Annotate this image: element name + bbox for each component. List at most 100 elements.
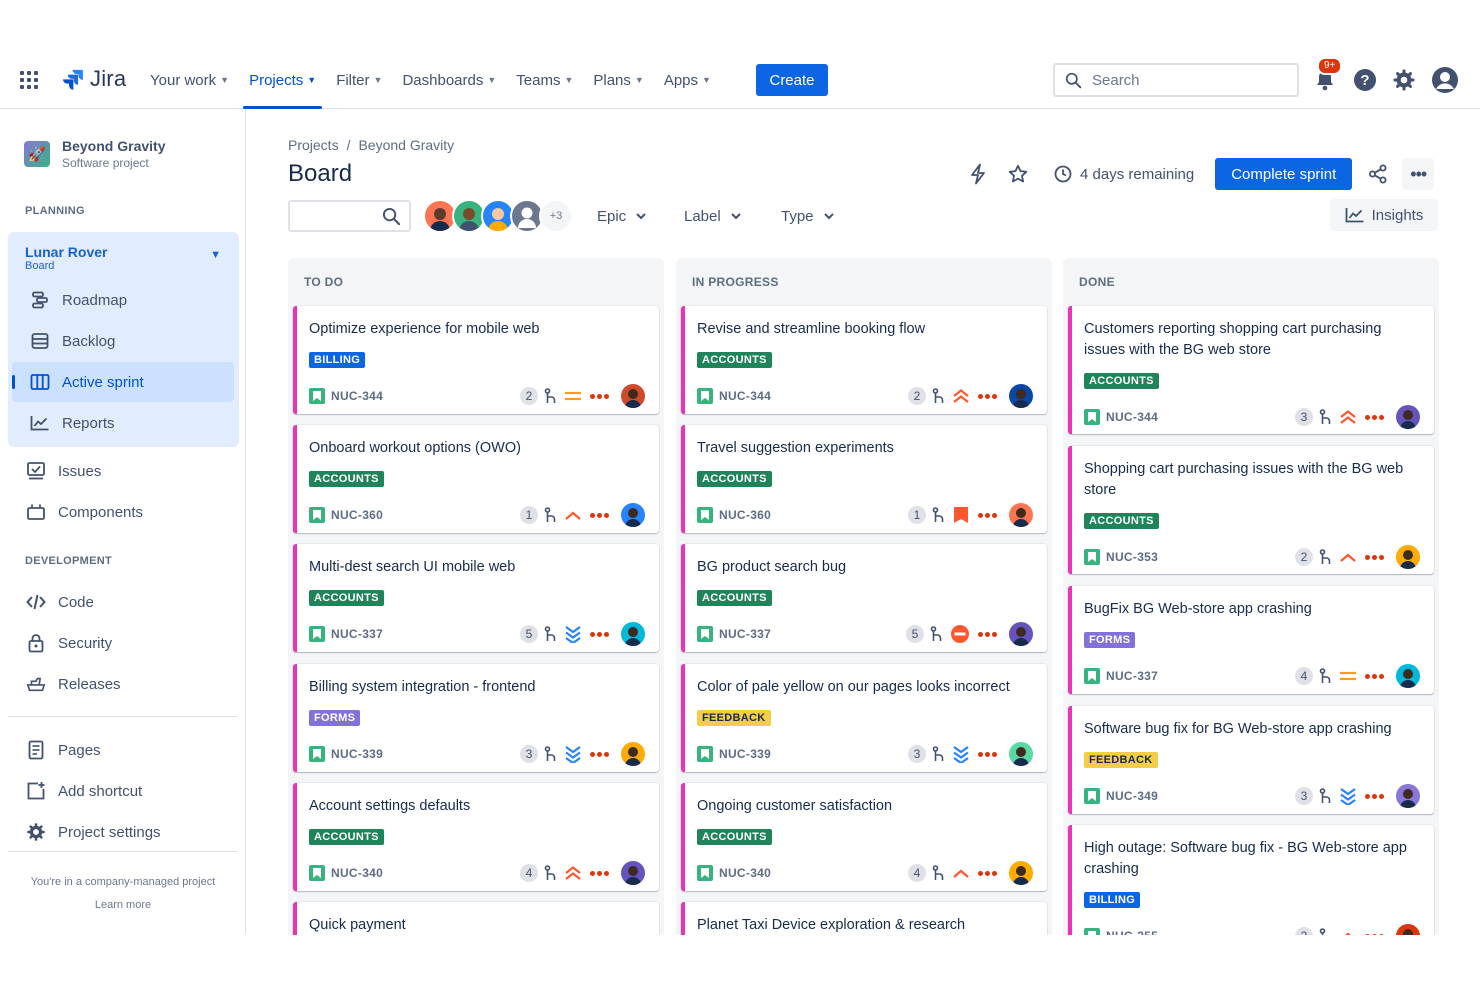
sidebar-item-issues[interactable]: Issues — [26, 451, 101, 491]
type-filter[interactable]: Type — [781, 199, 834, 233]
share-button[interactable] — [1362, 158, 1394, 190]
assignee-avatar[interactable] — [1009, 384, 1033, 408]
sidebar-item-reports[interactable]: Reports — [30, 403, 115, 443]
app-switcher-icon[interactable] — [20, 71, 38, 89]
issue-card[interactable]: Ongoing customer satisfaction ACCOUNTS NUC… — [681, 783, 1047, 891]
nav-teams[interactable]: Teams ▼ — [506, 52, 583, 108]
issue-card[interactable]: Quick paymentACCOUNTSNUC-3412 — [293, 902, 659, 935]
sidebar-item-add-shortcut[interactable]: Add shortcut — [26, 771, 142, 811]
issue-card[interactable]: BugFix BG Web-store app crashing FORMS NUC… — [1068, 586, 1434, 694]
issue-key[interactable]: NUC-353 — [1106, 550, 1158, 564]
issue-card[interactable]: Revise and streamline booking flow ACCOUN… — [681, 306, 1047, 414]
sidebar-item-active-sprint[interactable]: Active sprint — [30, 362, 144, 402]
issue-indicators: 1 — [520, 503, 645, 527]
assignee-avatar[interactable] — [1009, 622, 1033, 646]
jira-logo[interactable]: Jira — [62, 66, 126, 92]
sidebar-item-roadmap[interactable]: Roadmap — [30, 280, 127, 320]
issue-card[interactable]: Software bug fix for BG Web-store app cr… — [1068, 706, 1434, 814]
global-search[interactable] — [1053, 63, 1299, 97]
company-managed-note: You're in a company-managed project — [30, 876, 216, 888]
assignee-avatar[interactable] — [1009, 742, 1033, 766]
learn-more-link[interactable]: Learn more — [0, 899, 246, 911]
nav-filter[interactable]: Filter ▼ — [326, 52, 392, 108]
more-actions-button[interactable]: ••• — [1402, 158, 1435, 190]
issue-label-badge: ACCOUNTS — [309, 590, 384, 606]
issue-key[interactable]: NUC-360 — [719, 508, 771, 522]
sidebar-item-project-settings[interactable]: Project settings — [26, 812, 161, 852]
project-header[interactable]: 🚀 Beyond Gravity Software project — [24, 138, 165, 170]
issue-card[interactable]: High outage: Software bug fix - BG Web-s… — [1068, 825, 1434, 935]
assignee-avatar[interactable] — [621, 742, 645, 766]
sidebar-item-backlog[interactable]: Backlog — [30, 321, 115, 361]
story-points-badge: 4 — [520, 864, 538, 882]
assignee-avatar[interactable] — [1009, 861, 1033, 885]
avatars-more-button[interactable]: +3 — [539, 199, 573, 233]
breadcrumb-project[interactable]: Beyond Gravity — [358, 137, 454, 153]
help-icon[interactable]: ? — [1353, 68, 1377, 92]
sidebar-item-components[interactable]: Components — [26, 492, 143, 532]
issue-card[interactable]: Planet Taxi Device exploration & researc… — [681, 902, 1047, 935]
insights-button[interactable]: Insights — [1330, 199, 1438, 231]
assignee-avatar[interactable] — [1396, 405, 1420, 429]
issue-card[interactable]: Customers reporting shopping cart purcha… — [1068, 306, 1434, 434]
notifications-button[interactable]: 9+ — [1312, 57, 1343, 95]
issue-card[interactable]: Multi-dest search UI mobile web ACCOUNTS N… — [293, 544, 659, 652]
assignee-avatar[interactable] — [1396, 924, 1420, 935]
label-filter[interactable]: Label — [684, 199, 741, 233]
assignee-avatar[interactable] — [1396, 784, 1420, 808]
sidebar-item-security[interactable]: Security — [26, 623, 112, 663]
assignee-avatar[interactable] — [1009, 503, 1033, 527]
pages-icon — [26, 740, 46, 760]
issue-card[interactable]: Account settings defaults ACCOUNTS NUC-340… — [293, 783, 659, 891]
gear-icon[interactable] — [1392, 68, 1416, 92]
issue-key[interactable]: NUC-360 — [331, 508, 383, 522]
issue-card[interactable]: Onboard workout options (OWO) ACCOUNTS NUC… — [293, 425, 659, 533]
issue-card[interactable]: Color of pale yellow on our pages looks … — [681, 664, 1047, 772]
issue-key[interactable]: NUC-340 — [331, 866, 383, 880]
assignee-avatar[interactable] — [621, 861, 645, 885]
assignee-avatar[interactable] — [1396, 664, 1420, 688]
board-search-input[interactable] — [288, 200, 411, 232]
complete-sprint-button[interactable]: Complete sprint — [1215, 158, 1353, 190]
sidebar-item-code[interactable]: Code — [26, 582, 94, 622]
bookmark-icon — [313, 629, 321, 639]
assignee-avatar[interactable] — [621, 384, 645, 408]
profile-avatar-icon[interactable] — [1431, 66, 1459, 94]
issue-key[interactable]: NUC-344 — [719, 389, 771, 403]
assignee-avatar[interactable] — [621, 503, 645, 527]
nav-projects[interactable]: Projects ▼ — [239, 52, 326, 109]
issue-key[interactable]: NUC-340 — [719, 866, 771, 880]
assignee-avatar[interactable] — [621, 622, 645, 646]
automation-button[interactable] — [962, 158, 994, 190]
assignee-avatar[interactable] — [1396, 545, 1420, 569]
issue-key[interactable]: NUC-344 — [1106, 410, 1158, 424]
breadcrumb-projects[interactable]: Projects — [288, 137, 339, 153]
nav-your-work[interactable]: Your work ▼ — [140, 52, 239, 108]
issue-key[interactable]: NUC-339 — [331, 747, 383, 761]
issue-key[interactable]: NUC-339 — [719, 747, 771, 761]
issue-key[interactable]: NUC-355 — [1106, 929, 1158, 935]
issue-card[interactable]: Shopping cart purchasing issues with the… — [1068, 446, 1434, 574]
epic-filter[interactable]: Epic — [597, 199, 646, 233]
issue-key[interactable]: NUC-344 — [331, 389, 383, 403]
star-button[interactable] — [1002, 158, 1034, 190]
nav-plans[interactable]: Plans ▼ — [583, 52, 653, 108]
nav-apps[interactable]: Apps ▼ — [654, 52, 721, 108]
status-dots-icon — [978, 512, 997, 518]
search-input[interactable] — [1092, 71, 1272, 89]
issue-key[interactable]: NUC-337 — [719, 627, 771, 641]
sidebar-item-pages[interactable]: Pages — [26, 730, 101, 770]
issue-card[interactable]: Travel suggestion experiments ACCOUNTS NUC… — [681, 425, 1047, 533]
issue-key[interactable]: NUC-337 — [1106, 669, 1158, 683]
issue-key[interactable]: NUC-337 — [331, 627, 383, 641]
issue-card[interactable]: BG product search bug ACCOUNTS NUC-337 5 — [681, 544, 1047, 652]
nav-dashboards[interactable]: Dashboards ▼ — [392, 52, 506, 108]
status-dots-icon — [1365, 554, 1384, 560]
create-button[interactable]: Create — [756, 64, 828, 96]
sidebar-item-releases[interactable]: Releases — [26, 664, 121, 704]
issue-key[interactable]: NUC-349 — [1106, 789, 1158, 803]
issue-card[interactable]: Billing system integration - frontend FOR… — [293, 664, 659, 772]
code-icon — [26, 592, 46, 612]
issue-meta: NUC-339 3 — [309, 741, 645, 767]
issue-card[interactable]: Optimize experience for mobile web BILLIN… — [293, 306, 659, 414]
